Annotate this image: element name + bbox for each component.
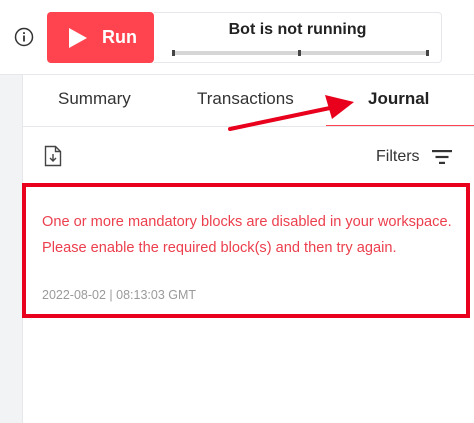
download-icon[interactable] [44,145,62,167]
journal-entry-card: One or more mandatory blocks are disable… [22,183,470,318]
run-button[interactable]: Run [47,12,154,63]
filter-icon [431,150,452,164]
run-button-label: Run [102,27,137,47]
filters-button[interactable]: Filters [376,148,452,166]
journal-entry-timestamp: 2022-08-02 | 08:13:03 GMT [42,288,197,302]
tab-summary[interactable]: Summary [58,89,131,109]
play-icon [69,27,87,48]
filters-label: Filters [376,148,420,165]
tab-journal[interactable]: Journal [368,89,429,109]
progress-step-2 [297,50,301,56]
bot-progress-track [172,50,429,56]
journal-entry-message: One or more mandatory blocks are disable… [42,214,452,256]
info-icon[interactable] [14,27,34,47]
bot-status-text: Bot is not running [228,21,367,38]
progress-step-1 [172,50,175,56]
header-divider [0,74,474,75]
annotation-arrow [228,95,354,131]
bot-status-panel: Bot is not running [154,12,442,63]
left-gutter [0,74,23,423]
progress-step-3 [426,50,429,56]
